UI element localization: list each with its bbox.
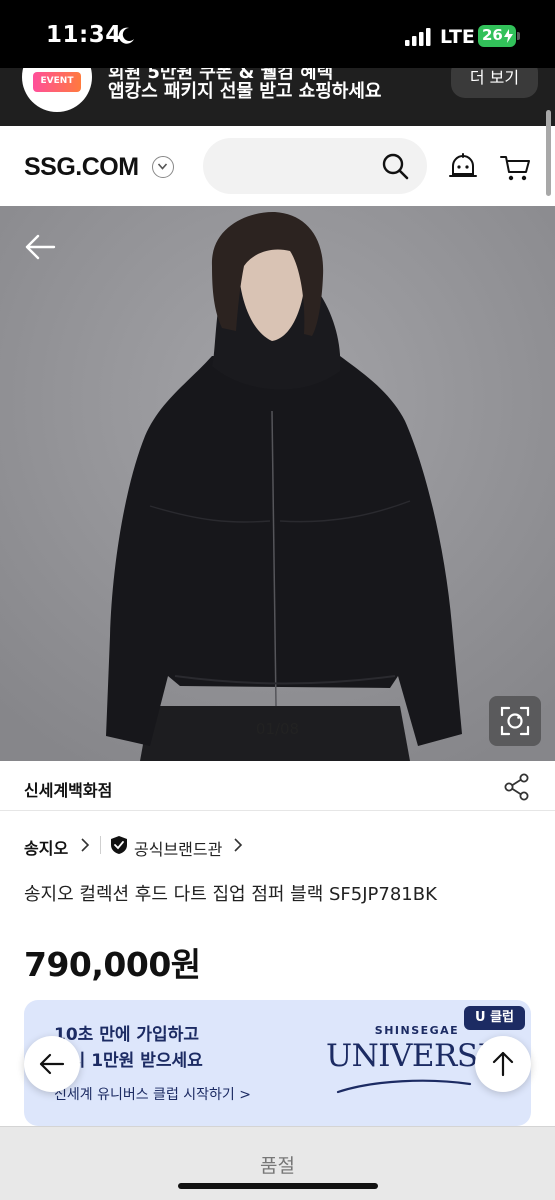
event-banner[interactable]: EVENT 회원 5만원 쿠폰 & 웰컴 혜택 앱캉스 패키지 선물 받고 쇼핑…: [0, 68, 555, 126]
arrow-up-icon: [492, 1051, 514, 1077]
search-icon[interactable]: [381, 152, 409, 180]
product-price: 790,000원: [24, 945, 201, 984]
store-row: 신세계백화점: [0, 761, 555, 811]
scroll-top-button[interactable]: [475, 1036, 531, 1092]
cart-icon[interactable]: [499, 153, 531, 183]
universe-swoosh-icon: [336, 1079, 472, 1094]
battery-icon: 26: [478, 25, 516, 47]
signal-icon: [405, 28, 431, 46]
event-badge: EVENT: [22, 68, 92, 112]
ssg-logo[interactable]: SSG.COM: [24, 153, 139, 182]
previous-button[interactable]: [24, 1036, 80, 1092]
status-bar: 11:34 LTE 26: [0, 0, 555, 68]
site-header: SSG.COM: [0, 126, 555, 206]
mall-dropdown-button[interactable]: [152, 156, 174, 178]
status-time: 11:34: [46, 22, 122, 48]
page-scrollbar[interactable]: [546, 110, 551, 196]
promo-link-arrow: >: [239, 1087, 251, 1103]
chevron-right-icon: [81, 838, 90, 852]
promo-link-label: 신세계 유니버스 클럽 시작하기: [54, 1087, 235, 1103]
search-input[interactable]: [203, 138, 427, 194]
camera-lens-icon: [500, 706, 530, 736]
official-brand-link[interactable]: 공식브랜드관: [134, 836, 222, 860]
product-photo: [0, 206, 555, 761]
product-title: 송지오 컬렉션 후드 다트 집업 점퍼 블랙 SF5JP781BK: [24, 884, 437, 905]
promo-start-link[interactable]: 신세계 유니버스 클럽 시작하기 >: [54, 1084, 251, 1104]
chatbot-icon[interactable]: [448, 152, 478, 182]
event-line-2: 앱캉스 패키지 선물 받고 쇼핑하세요: [108, 81, 382, 102]
store-name[interactable]: 신세계백화점: [24, 777, 112, 801]
universe-logo-top: SHINSEGAE: [374, 1024, 460, 1037]
image-counter: 01/08: [255, 720, 300, 738]
brand-link[interactable]: 송지오: [24, 835, 68, 859]
arrow-left-icon: [39, 1053, 65, 1075]
moon-icon: [118, 27, 134, 44]
divider: [100, 836, 101, 854]
promo-headline-1: 10초 만에 가입하고: [54, 1025, 199, 1045]
charging-bolt-icon: [504, 29, 513, 43]
universe-logo: UNIVERSE: [326, 1038, 500, 1074]
product-image-gallery[interactable]: 01/08: [0, 206, 555, 761]
chevron-right-icon: [234, 838, 243, 852]
event-badge-label: EVENT: [40, 76, 74, 86]
more-button[interactable]: 더 보기: [451, 68, 538, 98]
share-icon[interactable]: [504, 773, 530, 801]
event-ticket-icon: EVENT: [33, 72, 81, 92]
chevron-down-icon: [157, 163, 168, 170]
soldout-bar: 품절: [0, 1126, 555, 1200]
soldout-label: 품절: [260, 1155, 295, 1177]
back-arrow-icon[interactable]: [24, 234, 56, 260]
verified-shield-icon: [111, 836, 127, 854]
battery-level: 26: [482, 26, 503, 44]
battery-tip: [517, 32, 520, 40]
universe-club-promo[interactable]: 10초 만에 가입하고 즉시 1만원 받으세요 신세계 유니버스 클럽 시작하기…: [24, 1000, 531, 1126]
image-search-button[interactable]: [489, 696, 541, 746]
network-label: LTE: [440, 26, 475, 48]
home-indicator[interactable]: [178, 1183, 378, 1189]
